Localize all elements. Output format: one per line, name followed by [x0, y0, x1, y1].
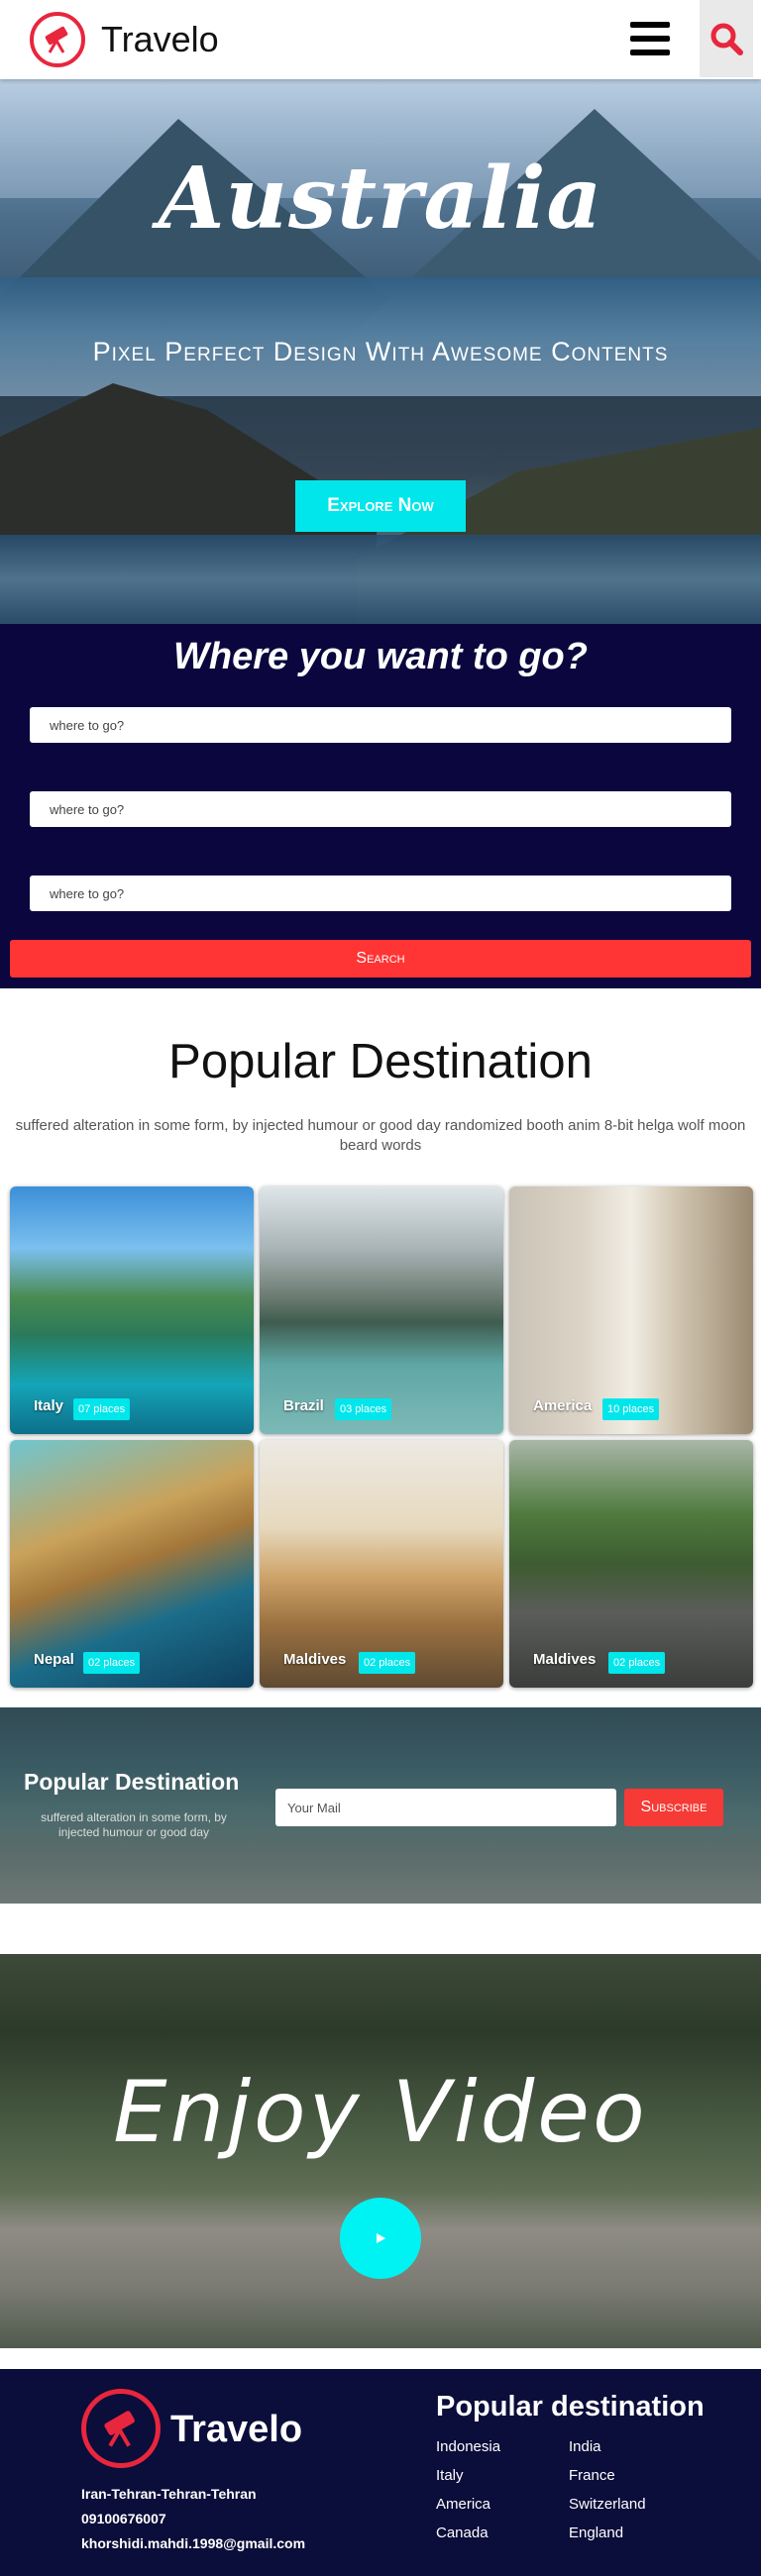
logo[interactable]: Travelo	[30, 12, 219, 67]
search-panel: Where you want to go? where to go? where…	[0, 624, 761, 988]
footer-link[interactable]: Switzerland	[569, 2496, 646, 2513]
card-name: Brazil	[283, 1397, 324, 1414]
card-name: Nepal	[34, 1651, 74, 1668]
site-header: Travelo	[0, 0, 761, 79]
explore-now-button[interactable]: Explore Now	[295, 480, 466, 532]
hero-subtitle: Pixel Perfect Design With Awesome Conten…	[92, 337, 669, 366]
card-badge: 07 places	[73, 1398, 131, 1420]
video-title: Enjoy Video	[113, 2063, 648, 2162]
telescope-icon	[30, 12, 85, 67]
video-section: Enjoy Video	[0, 1954, 761, 2348]
hamburger-icon[interactable]	[630, 22, 670, 55]
site-footer: Travelo Iran-Tehran-Tehran-Tehran 091006…	[0, 2369, 761, 2576]
destination-input[interactable]: where to go?	[30, 791, 731, 827]
footer-heading: Popular destination	[436, 2391, 705, 2422]
search-title: Where you want to go?	[173, 636, 588, 677]
card-badge: 02 places	[359, 1652, 416, 1674]
telescope-icon	[81, 2389, 161, 2468]
footer-link[interactable]: America	[436, 2496, 490, 2513]
email-field[interactable]: Your Mail	[275, 1789, 616, 1826]
hero-water-band	[0, 535, 761, 624]
footer-link[interactable]: India	[569, 2438, 601, 2455]
footer-email[interactable]: khorshidi.mahdi.1998@gmail.com	[81, 2535, 305, 2551]
card-name: Maldives	[283, 1651, 347, 1668]
destination-card-america[interactable]: America 10 places	[509, 1186, 753, 1434]
hero-title: Australia	[158, 149, 603, 249]
footer-link[interactable]: Indonesia	[436, 2438, 500, 2455]
subscribe-button[interactable]: Subscribe	[624, 1789, 723, 1826]
subscribe-title: Popular Destination	[24, 1769, 240, 1795]
destination-card-nepal[interactable]: Nepal 02 places	[10, 1440, 254, 1688]
destination-input[interactable]: where to go?	[30, 876, 731, 911]
card-name: Italy	[34, 1397, 64, 1414]
section-title: Popular Destination	[168, 1035, 593, 1088]
card-badge: 02 places	[83, 1652, 141, 1674]
footer-link[interactable]: England	[569, 2524, 623, 2541]
card-name: America	[533, 1397, 593, 1414]
card-badge: 10 places	[602, 1398, 660, 1420]
footer-link[interactable]: Canada	[436, 2524, 489, 2541]
section-description: suffered alteration in some form, by inj…	[15, 1117, 746, 1154]
footer-link[interactable]: France	[569, 2467, 615, 2484]
destination-card-maldives[interactable]: Maldives 02 places	[509, 1440, 753, 1688]
search-button[interactable]: Search	[10, 940, 751, 978]
footer-address: Iran-Tehran-Tehran-Tehran	[81, 2486, 257, 2502]
footer-link[interactable]: Italy	[436, 2467, 464, 2484]
footer-phone: 09100676007	[81, 2511, 166, 2526]
subscribe-description: suffered alteration in some form, by inj…	[41, 1810, 227, 1839]
search-icon[interactable]	[700, 0, 753, 77]
destination-card-brazil[interactable]: Brazil 03 places	[260, 1186, 503, 1434]
play-icon[interactable]	[340, 2198, 421, 2279]
destination-card-maldives[interactable]: Maldives 02 places	[260, 1440, 503, 1688]
card-badge: 03 places	[335, 1398, 392, 1420]
card-name: Maldives	[533, 1651, 597, 1668]
footer-brand: Travelo	[170, 2409, 303, 2450]
brand-name: Travelo	[101, 19, 219, 59]
hero-banner: Australia Pixel Perfect Design With Awes…	[0, 79, 761, 624]
destination-card-italy[interactable]: Italy 07 places	[10, 1186, 254, 1434]
subscribe-section: Popular Destination suffered alteration …	[0, 1707, 761, 1904]
card-badge: 02 places	[608, 1652, 666, 1674]
destination-input[interactable]: where to go?	[30, 707, 731, 743]
